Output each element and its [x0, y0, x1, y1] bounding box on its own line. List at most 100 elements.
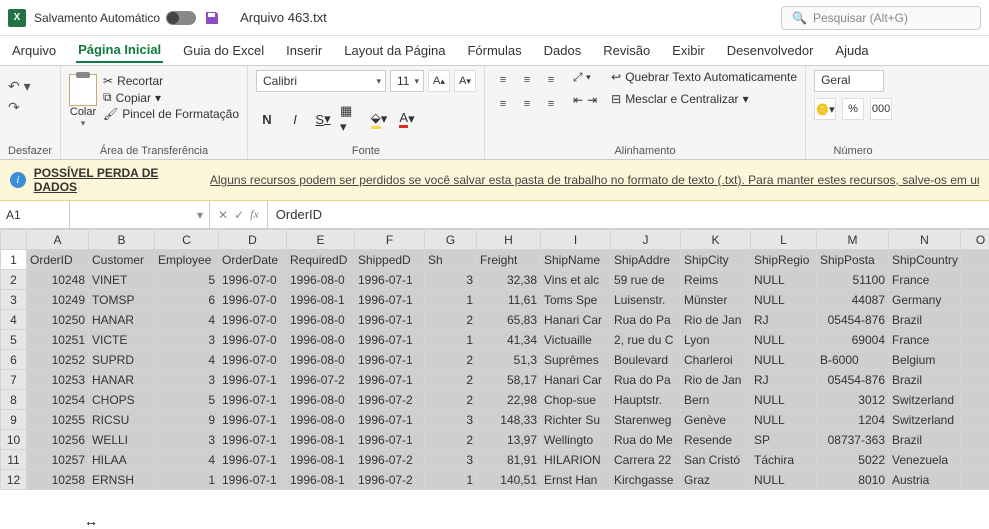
column-header[interactable]: I [541, 230, 611, 250]
cell[interactable]: 58,17 [477, 370, 541, 390]
cell[interactable]: Boulevard [611, 350, 681, 370]
cell[interactable]: 5 [155, 270, 219, 290]
cell[interactable] [961, 430, 989, 450]
cell[interactable]: 5022 [817, 450, 889, 470]
cell[interactable] [961, 450, 989, 470]
cell[interactable]: 1 [425, 330, 477, 350]
cell[interactable]: OrderDate [219, 250, 287, 270]
tab-desenvolvedor[interactable]: Desenvolvedor [725, 39, 816, 62]
column-header-row[interactable]: ABCDEFGHIJKLMNO [1, 230, 989, 250]
cell[interactable]: TOMSP [89, 290, 155, 310]
cell[interactable]: 1996-07-1 [219, 470, 287, 490]
cell[interactable]: ShippedD [355, 250, 425, 270]
cell[interactable]: 10258 [27, 470, 89, 490]
formula-input[interactable]: OrderID [268, 207, 989, 222]
cell[interactable]: NULL [751, 350, 817, 370]
table-row[interactable]: 810254CHOPS51996-07-11996-08-01996-07-22… [1, 390, 989, 410]
cell[interactable] [961, 370, 989, 390]
column-header[interactable]: B [89, 230, 155, 250]
cell[interactable]: 2 [425, 310, 477, 330]
cell[interactable]: 1996-07-1 [355, 310, 425, 330]
cell[interactable]: 3 [155, 330, 219, 350]
cell[interactable]: HANAR [89, 310, 155, 330]
tab-arquivo[interactable]: Arquivo [10, 39, 58, 62]
tab-formulas[interactable]: Fórmulas [465, 39, 523, 62]
cell[interactable] [961, 290, 989, 310]
table-row[interactable]: 410250HANAR41996-07-01996-08-01996-07-12… [1, 310, 989, 330]
cell[interactable]: France [889, 330, 961, 350]
cell[interactable]: 10256 [27, 430, 89, 450]
cell[interactable] [961, 390, 989, 410]
decrease-indent-icon[interactable]: ⇤ [573, 93, 583, 107]
borders-button[interactable]: ▦ ▾ [340, 108, 362, 130]
cell[interactable]: 1996-07-2 [355, 390, 425, 410]
cell[interactable]: 1 [425, 470, 477, 490]
cell[interactable]: 1996-07-1 [355, 270, 425, 290]
cell[interactable] [961, 470, 989, 490]
cell[interactable]: Brazil [889, 430, 961, 450]
accept-formula-icon[interactable]: ✓ [234, 208, 244, 222]
cell[interactable]: RequiredD [287, 250, 355, 270]
align-middle-icon[interactable]: ≡ [517, 70, 537, 90]
increase-indent-icon[interactable]: ⇥ [587, 93, 597, 107]
column-header[interactable]: O [961, 230, 989, 250]
cell[interactable]: 1996-07-1 [355, 430, 425, 450]
align-bottom-icon[interactable]: ≡ [541, 70, 561, 90]
table-row[interactable]: 710253HANAR31996-07-11996-07-21996-07-12… [1, 370, 989, 390]
cell[interactable]: 10250 [27, 310, 89, 330]
merge-center-button[interactable]: ⊟Mesclar e Centralizar ▾ [611, 92, 797, 106]
cell[interactable]: Brazil [889, 310, 961, 330]
cell[interactable] [961, 410, 989, 430]
cell[interactable]: 3 [425, 410, 477, 430]
cell[interactable]: 22,98 [477, 390, 541, 410]
column-header[interactable]: G [425, 230, 477, 250]
cell[interactable]: 1996-07-1 [355, 370, 425, 390]
column-header[interactable]: A [27, 230, 89, 250]
cell[interactable]: 1996-07-0 [219, 350, 287, 370]
cell[interactable]: RICSU [89, 410, 155, 430]
align-top-icon[interactable]: ≡ [493, 70, 513, 90]
tab-dados[interactable]: Dados [542, 39, 584, 62]
row-header[interactable]: 8 [1, 390, 27, 410]
cell[interactable]: 1 [425, 290, 477, 310]
spreadsheet-grid[interactable]: ABCDEFGHIJKLMNO 1OrderIDCustomerEmployee… [0, 229, 989, 490]
underline-button[interactable]: S ▾ [312, 108, 334, 130]
cell[interactable]: NULL [751, 270, 817, 290]
cell[interactable]: 2, rue du C [611, 330, 681, 350]
column-header[interactable]: J [611, 230, 681, 250]
row-header[interactable]: 10 [1, 430, 27, 450]
tab-ajuda[interactable]: Ajuda [833, 39, 870, 62]
cell[interactable]: Graz [681, 470, 751, 490]
row-header[interactable]: 9 [1, 410, 27, 430]
cell[interactable]: HANAR [89, 370, 155, 390]
name-box-dropdown[interactable]: ▾ [70, 201, 210, 228]
cell[interactable]: Rua do Pa [611, 310, 681, 330]
align-left-icon[interactable]: ≡ [493, 94, 513, 114]
cell[interactable]: NULL [751, 290, 817, 310]
cell[interactable]: 8010 [817, 470, 889, 490]
cell[interactable]: 81,91 [477, 450, 541, 470]
table-row[interactable]: 1110257HILAA41996-07-11996-08-11996-07-2… [1, 450, 989, 470]
cell[interactable]: Rua do Me [611, 430, 681, 450]
cell[interactable]: 3 [425, 450, 477, 470]
tab-revisao[interactable]: Revisão [601, 39, 652, 62]
tab-pagina-inicial[interactable]: Página Inicial [76, 38, 163, 63]
cell[interactable]: 1996-07-1 [219, 450, 287, 470]
percent-button[interactable]: % [842, 98, 864, 120]
cell[interactable]: 10253 [27, 370, 89, 390]
cell[interactable]: 1996-07-0 [219, 330, 287, 350]
cell[interactable]: NULL [751, 410, 817, 430]
cell[interactable]: 1996-07-1 [355, 290, 425, 310]
cell[interactable]: Freight [477, 250, 541, 270]
select-all-corner[interactable] [1, 230, 27, 250]
cell[interactable]: B-6000 [817, 350, 889, 370]
row-header[interactable]: 12 [1, 470, 27, 490]
cell[interactable]: CHOPS [89, 390, 155, 410]
column-header[interactable]: E [287, 230, 355, 250]
tab-exibir[interactable]: Exibir [670, 39, 707, 62]
table-row[interactable]: 1OrderIDCustomerEmployeeOrderDateRequire… [1, 250, 989, 270]
cell[interactable]: Switzerland [889, 390, 961, 410]
cut-button[interactable]: ✂Recortar [103, 74, 239, 88]
cell[interactable]: 9 [155, 410, 219, 430]
cell[interactable]: 148,33 [477, 410, 541, 430]
